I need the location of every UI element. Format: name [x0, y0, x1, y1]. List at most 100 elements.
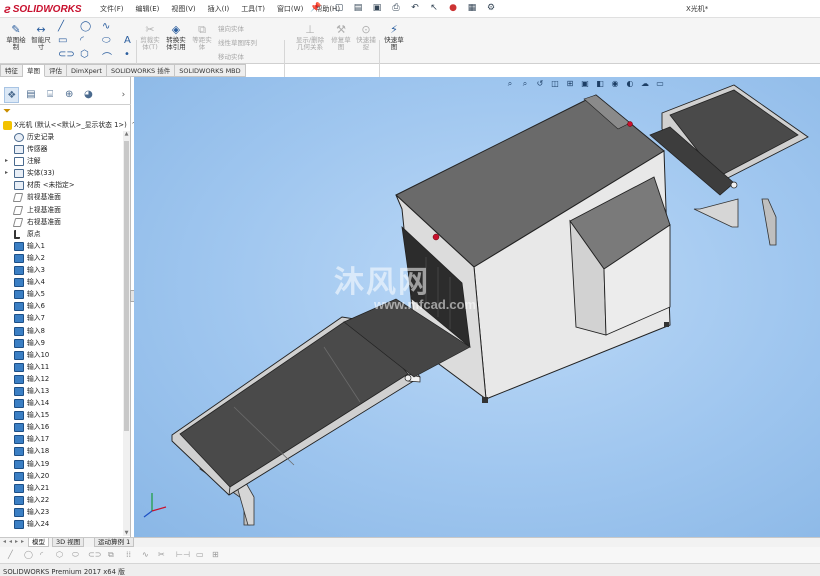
tree-item[interactable]: 输入19: [0, 458, 123, 470]
tab-addins[interactable]: SOLIDWORKS 插件: [106, 64, 176, 77]
rectangle-icon[interactable]: ▭: [58, 35, 67, 46]
tree-item[interactable]: 输入10: [0, 349, 123, 361]
filter-icon[interactable]: ⏷: [3, 106, 11, 117]
tree-item[interactable]: 输入20: [0, 470, 123, 482]
shortcut-spline-icon[interactable]: ∿: [142, 550, 149, 559]
tree-item[interactable]: 输入15: [0, 409, 123, 421]
tree-item[interactable]: ▸ 注解: [0, 155, 123, 167]
line-icon[interactable]: ╱: [58, 21, 64, 32]
configuration-manager-icon[interactable]: ⌸: [43, 87, 58, 103]
tree-item[interactable]: 输入21: [0, 482, 123, 494]
tab-dimxpert[interactable]: DimXpert: [67, 64, 107, 77]
select-icon[interactable]: ↖: [427, 1, 441, 15]
shortcut-slot-icon[interactable]: ⊂⊃: [88, 550, 101, 559]
mirror-entities-button[interactable]: 镜向实体: [218, 23, 244, 33]
graphics-viewport[interactable]: ⌕ ⌕ ↺ ◫ ⊞ ▣ ◧ ◉ ◐ ☁ ▭ 沐风网 www.mfcad.com: [134, 77, 820, 537]
point-icon[interactable]: •: [124, 49, 130, 60]
tree-item[interactable]: 输入22: [0, 494, 123, 506]
tree-item[interactable]: 输入23: [0, 506, 123, 518]
menu-file[interactable]: 文件(F): [100, 4, 124, 14]
tree-item[interactable]: 输入14: [0, 397, 123, 409]
panel-expand-chevron-icon[interactable]: ›: [116, 87, 131, 103]
shortcut-trim-icon[interactable]: ✂: [158, 550, 165, 559]
tree-item[interactable]: 原点: [0, 228, 123, 240]
circle-icon[interactable]: ◯: [80, 21, 91, 32]
shortcut-pattern-icon[interactable]: ⁞⁞: [126, 550, 131, 559]
tree-item[interactable]: 传感器: [0, 143, 123, 155]
tab-features[interactable]: 特征: [0, 64, 23, 77]
tab-sketch[interactable]: 草图: [23, 64, 45, 77]
sketch-button[interactable]: ✎ 草图绘制: [4, 22, 28, 51]
tab-model[interactable]: 模型: [28, 538, 49, 547]
offset-entities-button[interactable]: ⧉ 等距实体: [190, 22, 214, 51]
scrollbar-thumb[interactable]: [124, 141, 129, 431]
tree-item[interactable]: 历史记录: [0, 131, 123, 143]
shortcut-polygon-icon[interactable]: ⬡: [56, 550, 63, 559]
tree-item[interactable]: 输入2: [0, 252, 123, 264]
display-manager-icon[interactable]: ◕: [81, 87, 96, 103]
spline-icon[interactable]: ∿: [102, 21, 110, 32]
tree-root[interactable]: X光机 (默认<<默认>_显示状态 1>)⌃: [3, 119, 136, 130]
instant2d-button[interactable]: ⚡ 快速草图: [382, 22, 406, 51]
display-delete-relations-button[interactable]: ⊥ 显示/删除几何关系: [294, 22, 326, 51]
tab-motion-study[interactable]: 运动算例 1: [94, 538, 135, 547]
save-icon[interactable]: ▣: [370, 1, 384, 15]
tree-item[interactable]: 输入18: [0, 445, 123, 457]
shortcut-dimension-icon[interactable]: ⊢⊣: [176, 550, 190, 559]
shortcut-ellipse-icon[interactable]: ⬭: [72, 550, 79, 560]
scroll-down-icon[interactable]: ▼: [123, 530, 130, 536]
tree-item[interactable]: 输入11: [0, 361, 123, 373]
dimxpert-manager-icon[interactable]: ⊕: [62, 87, 77, 103]
expand-arrow-icon[interactable]: ▸: [5, 167, 8, 179]
quick-snap-button[interactable]: ⊙ 快速捕捉: [355, 22, 377, 51]
feature-tree-icon[interactable]: ❖: [4, 86, 20, 103]
menu-edit[interactable]: 编辑(E): [136, 4, 160, 14]
tree-item[interactable]: 输入24: [0, 518, 123, 530]
print-icon[interactable]: ⎙: [389, 1, 403, 15]
tree-item[interactable]: 输入9: [0, 337, 123, 349]
expand-arrow-icon[interactable]: ▸: [5, 155, 8, 167]
options-gear-icon[interactable]: ⚙: [484, 1, 498, 15]
tree-item[interactable]: 上视基准面: [0, 204, 123, 216]
pin-menu-icon[interactable]: 📌: [310, 3, 321, 13]
tree-item[interactable]: 输入3: [0, 264, 123, 276]
repair-sketch-button[interactable]: ⚒ 修复草图: [330, 22, 352, 51]
tree-item[interactable]: 右视基准面: [0, 216, 123, 228]
trim-button[interactable]: ✂ 剪裁实体(T): [138, 22, 162, 51]
slot-icon[interactable]: ⊂⊃: [58, 49, 75, 60]
tree-item[interactable]: 输入5: [0, 288, 123, 300]
tree-scrollbar[interactable]: ▲ ▼: [123, 131, 130, 536]
shortcut-line-icon[interactable]: ╱: [8, 550, 13, 559]
tree-item[interactable]: 输入4: [0, 276, 123, 288]
tab-evaluate[interactable]: 评估: [45, 64, 67, 77]
tree-item[interactable]: 输入17: [0, 433, 123, 445]
tree-item[interactable]: 输入8: [0, 325, 123, 337]
tree-item[interactable]: 前视基准面: [0, 191, 123, 203]
tab-navigation-icons[interactable]: ◂◂▸▸: [3, 538, 27, 545]
shortcut-circle-icon[interactable]: ◯: [24, 550, 33, 559]
tree-item[interactable]: 输入1: [0, 240, 123, 252]
smart-dimension-button[interactable]: ↔ 智能尺寸: [29, 22, 53, 51]
linear-pattern-button[interactable]: 线性草图阵列: [218, 37, 257, 47]
tree-item[interactable]: 输入6: [0, 300, 123, 312]
arc-icon[interactable]: ◜: [80, 35, 84, 46]
tab-mbd[interactable]: SOLIDWORKS MBD: [175, 64, 246, 77]
file-properties-icon[interactable]: ▦: [465, 1, 479, 15]
text-icon[interactable]: A: [124, 35, 131, 46]
shortcut-arc-icon[interactable]: ◜: [40, 550, 43, 559]
fillet-icon[interactable]: ⌒: [102, 49, 112, 64]
move-entities-button[interactable]: 移动实体: [218, 51, 244, 61]
menu-view[interactable]: 视图(V): [171, 4, 195, 14]
polygon-icon[interactable]: ⬡: [80, 49, 89, 60]
tab-3d-views[interactable]: 3D 视图: [52, 538, 85, 547]
menu-window[interactable]: 窗口(W): [277, 4, 303, 14]
menu-tools[interactable]: 工具(T): [241, 4, 265, 14]
solidworks-logo[interactable]: ƨ SOLIDWORKS: [4, 2, 82, 16]
tree-item[interactable]: 材质 <未指定>: [0, 179, 123, 191]
shortcut-offset-icon[interactable]: ⧉: [108, 550, 114, 560]
property-manager-icon[interactable]: ▤: [23, 87, 38, 103]
tree-item[interactable]: 输入12: [0, 373, 123, 385]
shortcut-mirror-icon[interactable]: ⊞: [212, 550, 219, 559]
ellipse-icon[interactable]: ⬭: [102, 35, 111, 46]
new-document-icon[interactable]: ▢: [332, 1, 346, 15]
